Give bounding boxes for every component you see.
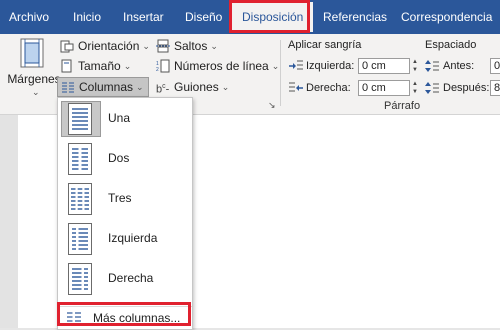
hyphenation-label: Guiones — [174, 80, 219, 94]
tab-archivo[interactable]: Archivo — [9, 0, 49, 34]
columns-option-derecha[interactable]: Derecha — [61, 261, 189, 297]
margins-label: Márgenes — [7, 72, 61, 86]
hyphenation-icon: bc- — [156, 83, 170, 96]
indent-right-spinner[interactable]: ▲ ▼ — [410, 80, 420, 96]
tab-correspondencia[interactable]: Correspondencia — [401, 0, 492, 34]
columns-option-label: Dos — [108, 151, 130, 165]
three-columns-icon — [68, 183, 92, 215]
chevron-down-icon: ⌄ — [210, 40, 218, 51]
columns-option-izquierda[interactable]: Izquierda — [61, 221, 189, 257]
indent-left-icon — [289, 59, 303, 73]
orientation-icon — [60, 39, 74, 53]
margins-caret-icon: ⌄ — [32, 87, 40, 97]
hyphenation-button[interactable]: bc- Guiones ⌄ — [156, 78, 229, 96]
indent-right-icon — [289, 81, 303, 95]
group-separator — [280, 40, 281, 106]
line-numbers-label: Números de línea — [174, 59, 269, 73]
breaks-label: Saltos — [174, 39, 208, 53]
chevron-down-icon: ⌄ — [271, 60, 280, 71]
spacing-before-label: Antes: — [443, 60, 475, 72]
spacing-before-icon — [425, 59, 439, 73]
line-numbers-icon: 12 — [156, 59, 170, 73]
right-column-icon — [68, 263, 92, 295]
line-numbers-button[interactable]: 12 Números de línea ⌄ — [156, 57, 279, 75]
spacing-title: Espaciado — [425, 39, 477, 51]
columns-option-dos[interactable]: Dos — [61, 141, 189, 177]
svg-text:2: 2 — [156, 67, 159, 73]
tab-inicio[interactable]: Inicio — [73, 0, 101, 34]
spacing-after-input[interactable]: 8 — [490, 80, 500, 96]
spacing-before-input[interactable]: 0 — [490, 58, 500, 74]
spacing-after-label: Después: — [443, 82, 490, 94]
columns-icon — [61, 80, 75, 94]
chevron-down-icon: ⌄ — [136, 81, 144, 92]
one-column-icon — [68, 103, 92, 135]
chevron-down-icon: ⌄ — [123, 60, 132, 71]
size-label: Tamaño — [78, 59, 121, 73]
paragraph-group-label: Párrafo — [384, 100, 421, 112]
breaks-icon — [156, 39, 170, 53]
indent-left-spinner[interactable]: ▲ ▼ — [410, 58, 420, 74]
page-setup-launcher-icon[interactable]: ↘ — [268, 100, 276, 111]
two-columns-icon — [68, 143, 92, 175]
indent-left-label: Izquierda: — [306, 60, 355, 72]
columns-button[interactable]: Columnas ⌄ — [57, 77, 149, 97]
size-icon — [60, 59, 74, 73]
size-button[interactable]: Tamaño ⌄ — [60, 57, 131, 75]
columns-dropdown-menu: Una Dos Tres Izquierda Derecha Más colum… — [57, 97, 193, 330]
orientation-label: Orientación — [78, 39, 140, 53]
breaks-button[interactable]: Saltos ⌄ — [156, 37, 218, 55]
tab-highlight-box — [229, 0, 310, 33]
indent-title: Aplicar sangría — [288, 39, 362, 51]
more-columns-highlight-box — [57, 302, 191, 326]
spacing-after-icon — [425, 81, 439, 95]
columns-option-una[interactable]: Una — [61, 101, 189, 137]
chevron-down-icon: ⌄ — [221, 81, 230, 92]
tab-referencias[interactable]: Referencias — [323, 0, 387, 34]
columns-option-label: Tres — [108, 191, 132, 205]
columns-option-tres[interactable]: Tres — [61, 181, 189, 217]
columns-option-label: Derecha — [108, 271, 154, 285]
left-column-icon — [68, 223, 92, 255]
columns-option-label: Una — [108, 111, 131, 125]
indent-right-label: Derecha: — [306, 82, 351, 94]
chevron-down-icon: ⌄ — [142, 40, 150, 51]
orientation-button[interactable]: Orientación ⌄ — [60, 37, 150, 55]
tab-insertar[interactable]: Insertar — [123, 0, 164, 34]
columns-option-label: Izquierda — [108, 231, 158, 245]
document-margin-area — [0, 115, 18, 328]
indent-left-input[interactable]: 0 cm — [358, 58, 410, 74]
columns-label: Columnas — [79, 80, 134, 94]
margins-button[interactable]: Márgenes ⌄ — [6, 38, 61, 98]
indent-right-input[interactable]: 0 cm — [358, 80, 410, 96]
margins-icon — [20, 38, 44, 68]
tab-diseno[interactable]: Diseño — [185, 0, 222, 34]
